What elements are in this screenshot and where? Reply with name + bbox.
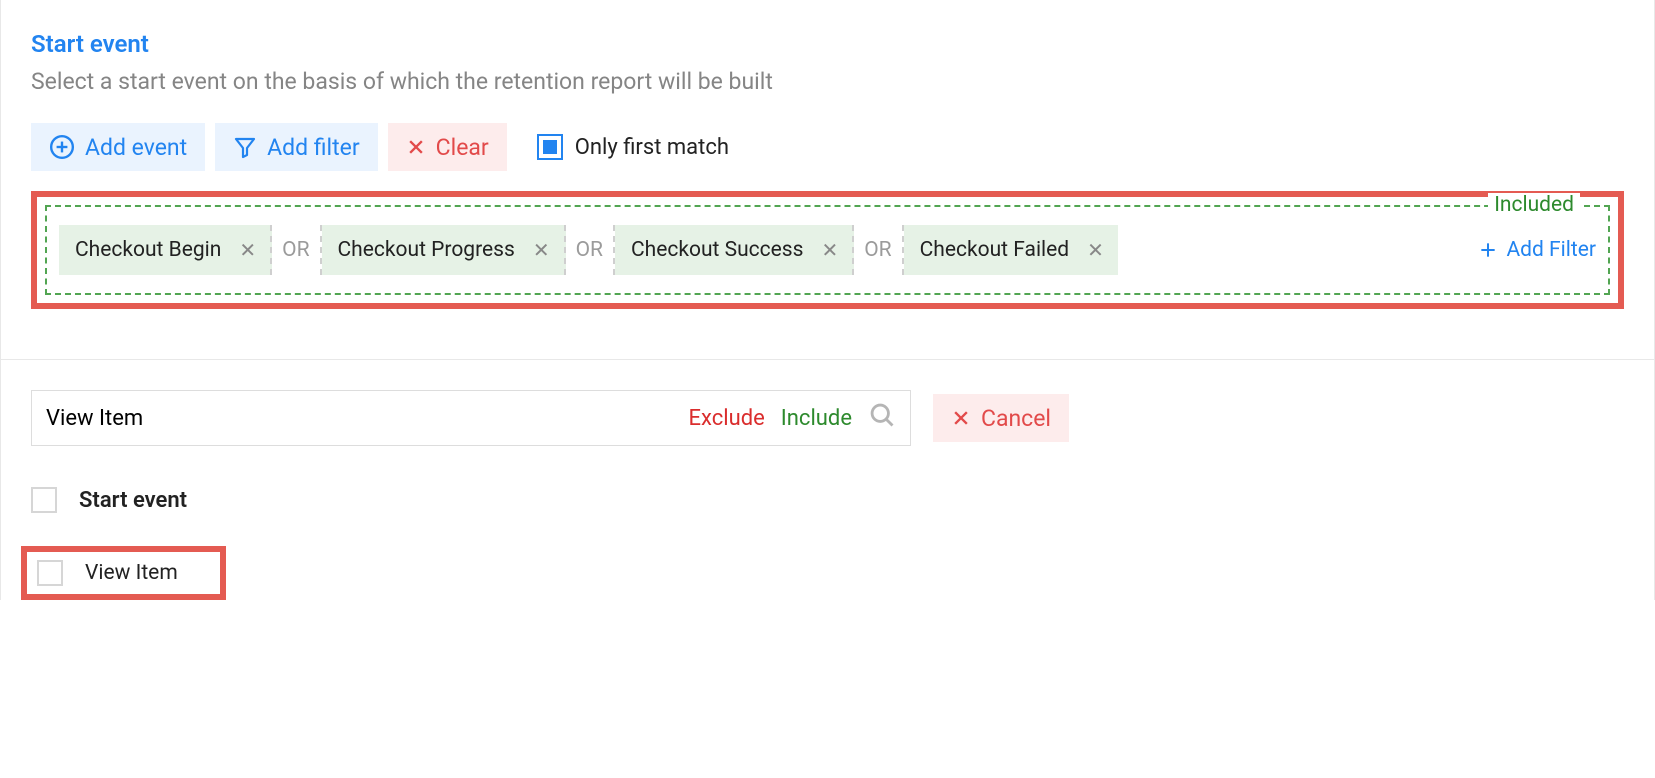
- include-link[interactable]: Include: [781, 406, 852, 431]
- close-icon: [951, 408, 971, 428]
- or-separator: OR: [854, 225, 903, 275]
- cancel-button[interactable]: Cancel: [933, 394, 1069, 442]
- chip-label: Checkout Begin: [75, 238, 221, 262]
- or-separator: OR: [272, 225, 321, 275]
- chip-remove-icon[interactable]: ✕: [239, 238, 256, 262]
- cancel-label: Cancel: [981, 405, 1051, 432]
- chip-checkout-begin[interactable]: Checkout Begin ✕: [59, 225, 272, 275]
- close-icon: [406, 137, 426, 157]
- checkbox-unchecked-icon[interactable]: [37, 560, 63, 586]
- chip-checkout-success[interactable]: Checkout Success ✕: [615, 225, 854, 275]
- highlight-box-result: View Item: [21, 546, 226, 600]
- add-event-button[interactable]: Add event: [31, 123, 205, 171]
- result-item-label[interactable]: View Item: [85, 561, 178, 585]
- add-event-label: Add event: [85, 134, 187, 161]
- chip-label: Checkout Success: [631, 238, 803, 262]
- chip-remove-icon[interactable]: ✕: [821, 238, 838, 262]
- search-box: Exclude Include: [31, 390, 911, 446]
- plus-icon: [1478, 240, 1498, 260]
- chip-checkout-progress[interactable]: Checkout Progress ✕: [322, 225, 566, 275]
- add-filter-link-label: Add Filter: [1506, 238, 1596, 262]
- clear-label: Clear: [436, 134, 489, 161]
- only-first-match-checkbox[interactable]: Only first match: [537, 134, 729, 160]
- section-title: Start event: [31, 30, 1624, 58]
- search-icon[interactable]: [868, 401, 896, 435]
- included-container: Included Checkout Begin ✕ OR Checkout Pr…: [45, 205, 1610, 295]
- section-subtitle: Select a start event on the basis of whi…: [31, 68, 1624, 95]
- search-input[interactable]: [46, 391, 689, 445]
- highlight-box-included: Included Checkout Begin ✕ OR Checkout Pr…: [31, 191, 1624, 309]
- add-filter-label: Add filter: [267, 134, 360, 161]
- toolbar: Add event Add filter Clear: [31, 123, 1624, 171]
- checkbox-unchecked-icon[interactable]: [31, 487, 57, 513]
- clear-button[interactable]: Clear: [388, 123, 507, 171]
- or-separator: OR: [566, 225, 615, 275]
- exclude-link[interactable]: Exclude: [689, 406, 765, 431]
- plus-circle-icon: [49, 134, 75, 160]
- chips-row: Checkout Begin ✕ OR Checkout Progress ✕ …: [59, 225, 1596, 275]
- chip-remove-icon[interactable]: ✕: [1087, 238, 1104, 262]
- chip-label: Checkout Progress: [338, 238, 515, 262]
- included-legend: Included: [1488, 193, 1580, 217]
- chip-label: Checkout Failed: [920, 238, 1070, 262]
- checkbox-checked-icon: [537, 134, 563, 160]
- group-header-row[interactable]: Start event: [31, 474, 1624, 526]
- filter-icon: [233, 135, 257, 159]
- chip-checkout-failed[interactable]: Checkout Failed ✕: [904, 225, 1118, 275]
- group-header-label: Start event: [79, 488, 187, 513]
- add-filter-link[interactable]: Add Filter: [1478, 238, 1596, 262]
- search-row: Exclude Include Cancel: [31, 390, 1624, 446]
- chip-remove-icon[interactable]: ✕: [533, 238, 550, 262]
- add-filter-button[interactable]: Add filter: [215, 123, 378, 171]
- only-first-match-label: Only first match: [575, 135, 729, 160]
